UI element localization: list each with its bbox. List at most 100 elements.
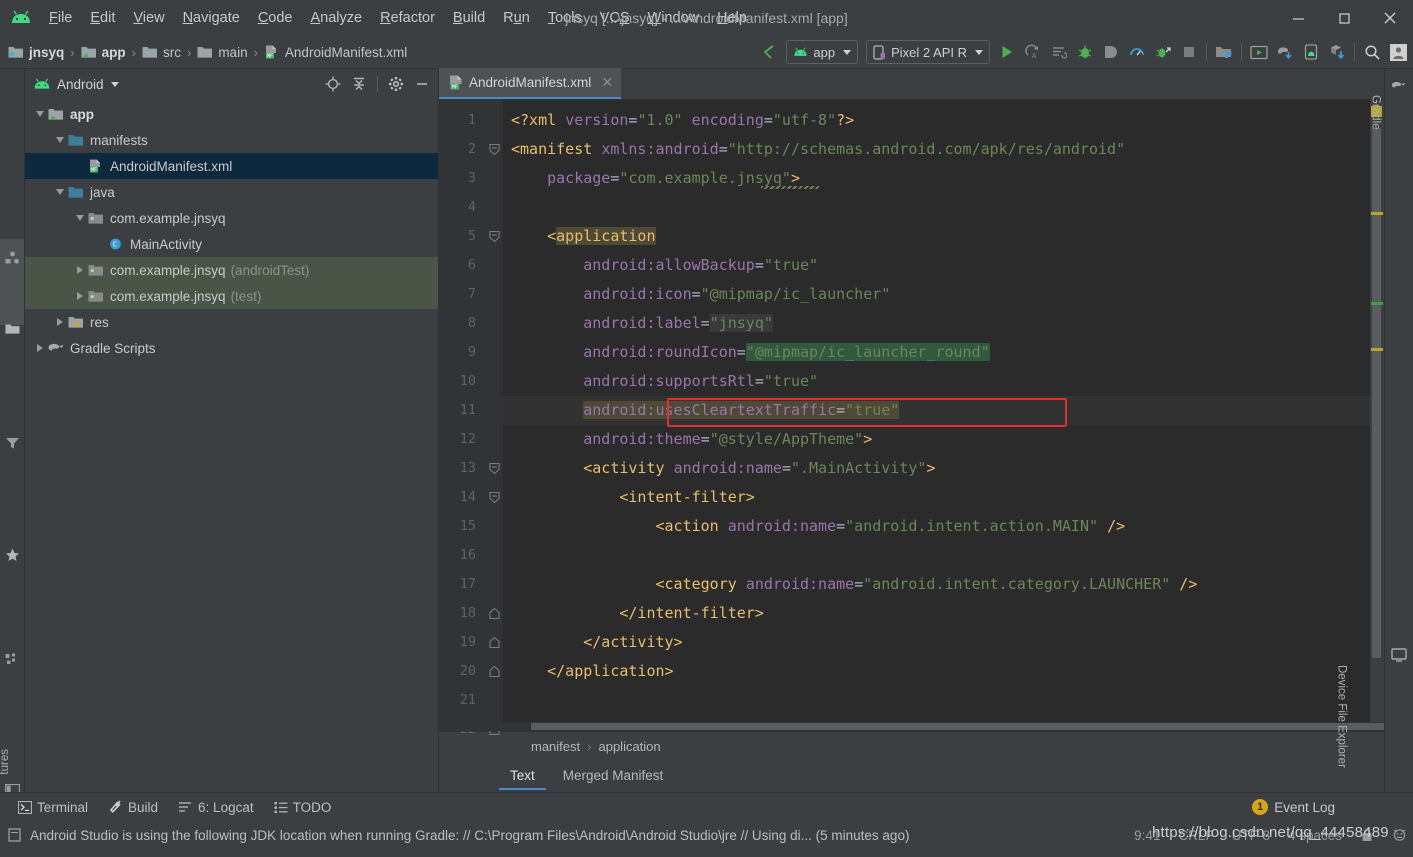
editor-breadcrumb-manifest[interactable]: manifest [531,739,580,754]
code-line-1[interactable]: <?xml version="1.0" encoding="utf-8"?> [503,106,1370,135]
chevron-down-icon[interactable] [73,215,87,221]
fold-open-icon[interactable] [485,135,503,164]
breadcrumb-item-app[interactable]: app [81,45,126,60]
code-line-13[interactable]: <activity android:name=".MainActivity"> [503,454,1370,483]
stop-icon[interactable] [1176,39,1202,65]
tree-node-com-example-jnsyq[interactable]: com.example.jnsyq (androidTest) [25,257,438,283]
close-icon[interactable]: ✕ [601,74,613,91]
inspection-face-icon[interactable] [1392,828,1407,842]
project-folder-icon[interactable] [4,321,20,337]
tree-node-res[interactable]: res [25,309,438,335]
tool-window-build[interactable]: Build [108,800,158,815]
code-line-19[interactable]: </activity> [503,628,1370,657]
apply-code-changes-icon[interactable] [1046,39,1072,65]
code-text[interactable]: <?xml version="1.0" encoding="utf-8"?> <m… [503,100,1370,722]
code-line-14[interactable]: <intent-filter> [503,483,1370,512]
gradle-elephant-icon[interactable] [1391,77,1407,93]
code-line-2[interactable]: <manifest xmlns:android="http://schemas.… [503,135,1370,164]
build-variants-icon[interactable] [4,435,20,451]
menu-item-file[interactable]: File [40,7,81,29]
tree-node-mainactivity[interactable]: C MainActivity [25,231,438,257]
strip-label-device-file-explorer[interactable]: Device File Explorer [1336,665,1348,768]
search-icon[interactable] [1359,39,1385,65]
chevron-down-icon[interactable] [53,137,67,143]
fold-open-icon[interactable] [485,454,503,483]
fold-close-icon[interactable] [485,628,503,657]
breadcrumb-item-main[interactable]: main [197,45,248,60]
minimize-button[interactable] [1275,0,1321,36]
status-message[interactable]: Android Studio is using the following JD… [30,828,909,843]
fold-open-icon[interactable] [485,222,503,251]
code-line-16[interactable] [503,541,1370,570]
caret-position[interactable]: 9:41 [1134,828,1160,843]
code-line-3[interactable]: package="com.example.jnsyq"> [503,164,1370,193]
back-arrow-icon[interactable] [756,39,782,65]
menu-item-analyze[interactable]: Analyze [302,7,372,29]
device-manager-icon[interactable] [1298,39,1324,65]
menu-item-code[interactable]: Code [249,7,302,29]
editor-tab-androidmanifest[interactable]: MF AndroidManifest.xml ✕ [439,68,622,99]
breadcrumb-item-androidmanifest-xml[interactable]: MF AndroidManifest.xml [264,45,407,60]
menu-item-refactor[interactable]: Refactor [371,7,444,29]
editor-breadcrumb-application[interactable]: application [598,739,660,754]
gradle-sync-icon[interactable] [1272,39,1298,65]
code-line-7[interactable]: android:icon="@mipmap/ic_launcher" [503,280,1370,309]
tree-node-androidmanifest-xml[interactable]: MF AndroidManifest.xml [25,153,438,179]
tree-node-gradle-scripts[interactable]: Gradle Scripts [25,335,438,361]
profiler-icon[interactable] [1124,39,1150,65]
close-button[interactable] [1367,0,1413,36]
fold-close-icon[interactable] [485,599,503,628]
code-editor[interactable]: 12345678910111213141516171819202122 <?xm… [439,100,1384,737]
tree-node-com-example-jnsyq[interactable]: com.example.jnsyq (test) [25,283,438,309]
line-separator[interactable]: CRLF [1178,828,1213,843]
tool-window-terminal[interactable]: Terminal [18,800,88,815]
code-line-4[interactable] [503,193,1370,222]
warning-marker[interactable] [1371,212,1383,215]
code-line-6[interactable]: android:allowBackup="true" [503,251,1370,280]
profile-avatar-icon[interactable] [1385,39,1411,65]
code-line-15[interactable]: <action android:name="android.intent.act… [503,512,1370,541]
chevron-right-icon[interactable] [73,292,87,300]
menu-item-view[interactable]: View [124,7,173,29]
lock-icon[interactable] [1360,828,1374,842]
code-line-9[interactable]: android:roundIcon="@mipmap/ic_launcher_r… [503,338,1370,367]
info-marker[interactable] [1371,302,1383,305]
editor-bottom-tab-merged-manifest[interactable]: Merged Manifest [552,763,675,790]
download-icon[interactable] [1324,39,1350,65]
editor-bottom-tab-text[interactable]: Text [499,763,546,790]
menu-item-navigate[interactable]: Navigate [174,7,249,29]
chevron-down-icon[interactable] [110,81,119,87]
fold-open-icon[interactable] [485,483,503,512]
strip-label-gradle[interactable]: Gradle [1370,95,1382,130]
structure-icon[interactable] [4,651,20,667]
chevron-right-icon[interactable] [33,344,47,352]
maximize-button[interactable] [1321,0,1367,36]
code-line-18[interactable]: </intent-filter> [503,599,1370,628]
hide-panel-icon[interactable] [410,72,434,96]
file-encoding[interactable]: UTF-8 [1232,828,1270,843]
event-log-button[interactable]: 1 Event Log [1252,799,1335,815]
chevron-right-icon[interactable] [53,318,67,326]
code-line-8[interactable]: android:label="jnsyq" [503,309,1370,338]
code-line-22[interactable]: </manifest> [503,715,1370,722]
code-folding-gutter[interactable] [485,100,503,735]
code-line-10[interactable]: android:supportsRtl="true" [503,367,1370,396]
menu-item-run[interactable]: Run [494,7,539,29]
run-configuration-selector[interactable]: app [786,40,859,64]
warning-marker[interactable] [1371,348,1383,351]
chevron-down-icon[interactable] [33,111,47,117]
menu-item-build[interactable]: Build [444,7,494,29]
hscroll-thumb[interactable] [531,723,1411,730]
breadcrumb-item-src[interactable]: src [142,45,181,60]
code-line-21[interactable] [503,686,1370,715]
strip-label-structures-partial[interactable]: tures [0,749,11,775]
editor-horizontal-scrollbar[interactable] [439,722,1411,731]
project-view-selector-label[interactable]: Android [57,77,104,92]
code-line-12[interactable]: android:theme="@style/AppTheme"> [503,425,1370,454]
sdk-manager-icon[interactable] [1211,39,1237,65]
tool-window-logcat[interactable]: 6: Logcat [178,800,254,815]
run-with-coverage-icon[interactable] [1150,39,1176,65]
indent-setting[interactable]: 4 spaces [1288,828,1342,843]
debug-icon[interactable] [1072,39,1098,65]
device-selector[interactable]: Pixel 2 API R [866,40,990,64]
